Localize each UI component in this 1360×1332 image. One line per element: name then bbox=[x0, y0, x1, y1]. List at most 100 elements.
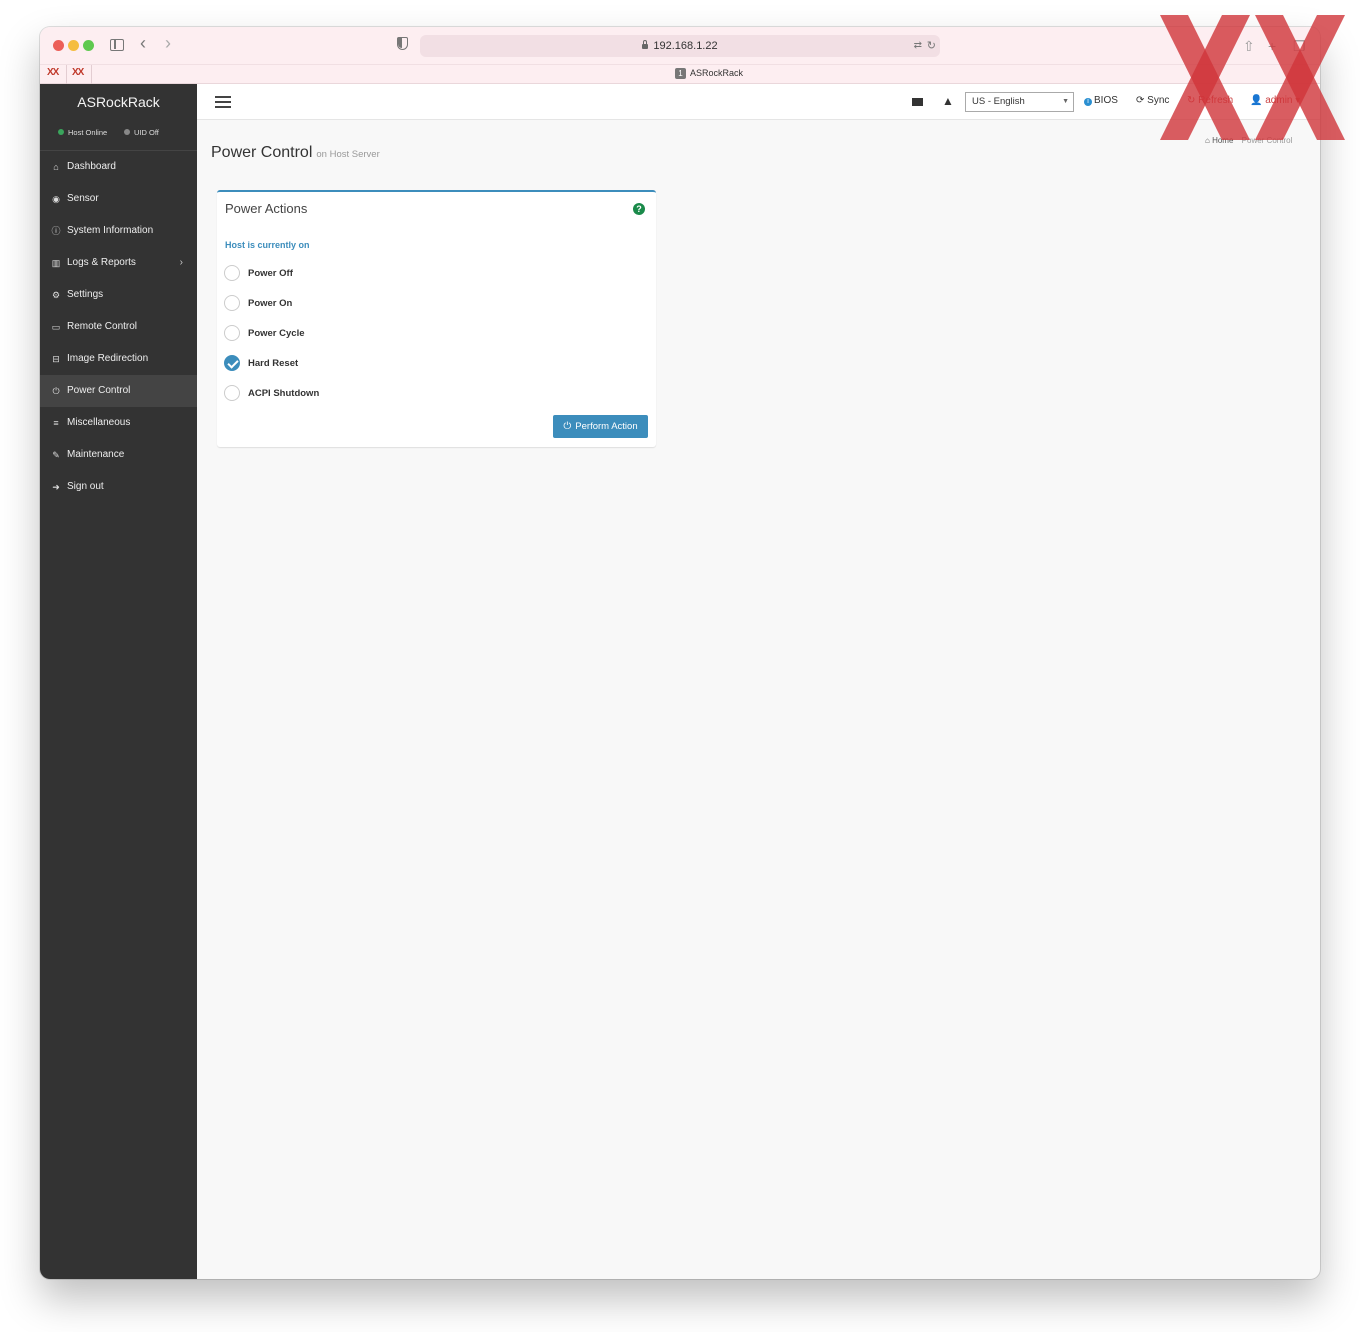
back-arrow-icon[interactable]: ‹ bbox=[140, 34, 146, 52]
sidebar-toggle-icon[interactable] bbox=[110, 39, 124, 51]
radio-label: Power On bbox=[248, 298, 293, 309]
forward-arrow-icon[interactable]: › bbox=[165, 34, 171, 52]
home-icon: ⌂ bbox=[1205, 136, 1210, 145]
info-icon: ⓘ bbox=[51, 226, 61, 236]
sidebar-item-label: Miscellaneous bbox=[67, 417, 131, 428]
sidebar-item-dashboard[interactable]: ⌂ Dashboard bbox=[40, 151, 197, 183]
user-label: admin bbox=[1265, 95, 1293, 106]
radio-label: Power Off bbox=[248, 268, 293, 279]
maximize-window-button[interactable] bbox=[83, 40, 94, 51]
sidebar-item-logs-reports[interactable]: ▥ Logs & Reports › bbox=[40, 247, 197, 279]
mail-icon[interactable] bbox=[912, 98, 923, 106]
power-icon: ⏻ bbox=[563, 421, 572, 432]
radio-unchecked-icon[interactable] bbox=[224, 385, 240, 401]
breadcrumb-current: Power Control bbox=[1241, 136, 1293, 145]
sidebar-item-label: Sign out bbox=[67, 481, 104, 492]
refresh-link[interactable]: ↻ Refresh bbox=[1187, 95, 1233, 106]
radio-unchecked-icon[interactable] bbox=[224, 325, 240, 341]
sidebar-item-label: Remote Control bbox=[67, 321, 138, 332]
chevron-down-icon: ▼ bbox=[1062, 98, 1069, 105]
list-icon: ≡ bbox=[53, 418, 59, 428]
sidebar: ASRockRack Host Online UID Off ⌂ Dashboar… bbox=[40, 84, 197, 1279]
radio-label: Hard Reset bbox=[248, 358, 299, 369]
browser-window: ‹ › 192.168.1.22 ⇄ ↻ ⇧ + ❐ XX XX 1 ASRock… bbox=[40, 27, 1320, 1279]
green-status-dot-icon bbox=[58, 129, 64, 135]
page-title: Power Control on Host Server bbox=[211, 144, 380, 162]
wrench-icon: ✎ bbox=[52, 450, 60, 460]
gear-icon: ⚙ bbox=[51, 290, 61, 300]
bar-chart-icon: ▥ bbox=[51, 258, 61, 268]
sync-label: Sync bbox=[1147, 95, 1170, 106]
user-menu[interactable]: 👤 admin ▾ bbox=[1250, 95, 1300, 106]
info-icon: i bbox=[1084, 98, 1092, 106]
perform-action-button[interactable]: ⏻ Perform Action bbox=[553, 415, 648, 438]
refresh-label: Refresh bbox=[1198, 95, 1234, 106]
sidebar-item-maintenance[interactable]: ✎ Maintenance bbox=[40, 439, 197, 471]
tab-overview-icon[interactable]: ❐ bbox=[1293, 38, 1306, 55]
host-online-status: Host Online bbox=[58, 128, 107, 137]
breadcrumb-home[interactable]: Home bbox=[1212, 136, 1233, 145]
sidebar-item-power-control[interactable]: ⏻ Power Control bbox=[40, 375, 197, 407]
sidebar-item-image-redirection[interactable]: ⊟ Image Redirection bbox=[40, 343, 197, 375]
language-value: US - English bbox=[972, 96, 1025, 107]
monitor-icon: ▭ bbox=[51, 322, 61, 332]
panel-title: Power Actions bbox=[225, 201, 308, 216]
pinned-tab-1[interactable]: XX bbox=[47, 67, 59, 78]
minimize-window-button[interactable] bbox=[68, 40, 79, 51]
tab-divider bbox=[91, 65, 92, 84]
sidebar-item-label: Dashboard bbox=[67, 161, 116, 172]
sync-link[interactable]: ⟳ Sync bbox=[1136, 95, 1169, 106]
active-tab[interactable]: 1 ASRockRack bbox=[675, 68, 743, 79]
share-icon[interactable]: ⇧ bbox=[1243, 38, 1255, 55]
refresh-icon: ↻ bbox=[1187, 95, 1196, 106]
radio-label: ACPI Shutdown bbox=[248, 388, 320, 399]
new-tab-icon[interactable]: + bbox=[1268, 38, 1276, 54]
sidebar-item-label: Power Control bbox=[67, 385, 131, 396]
address-bar[interactable]: 192.168.1.22 ⇄ ↻ bbox=[420, 35, 940, 57]
brand-logo[interactable]: ASRockRack bbox=[40, 84, 197, 120]
radio-unchecked-icon[interactable] bbox=[224, 295, 240, 311]
tab-number-badge: 1 bbox=[675, 68, 686, 79]
sidebar-nav: ⌂ Dashboard ◉ Sensor ⓘ System Information ▥ Log… bbox=[40, 151, 197, 503]
sidebar-item-label: Logs & Reports bbox=[67, 257, 136, 268]
uid-status: UID Off bbox=[124, 128, 159, 137]
sidebar-item-settings[interactable]: ⚙ Settings bbox=[40, 279, 197, 311]
lock-icon bbox=[642, 40, 649, 49]
help-icon[interactable]: ? bbox=[633, 203, 645, 215]
sidebar-item-label: Settings bbox=[67, 289, 104, 300]
home-icon: ⌂ bbox=[53, 162, 59, 172]
grey-status-dot-icon bbox=[124, 129, 130, 135]
caret-down-icon: ▾ bbox=[1295, 95, 1301, 106]
perform-action-label: Perform Action bbox=[575, 421, 638, 432]
sidebar-item-label: Maintenance bbox=[67, 449, 125, 460]
breadcrumb: ⌂ Home Power Control bbox=[1205, 136, 1292, 145]
close-window-button[interactable] bbox=[53, 40, 64, 51]
radio-checked-icon[interactable] bbox=[224, 355, 240, 371]
sidebar-item-sensor[interactable]: ◉ Sensor bbox=[40, 183, 197, 215]
chevron-right-icon: › bbox=[179, 257, 183, 268]
translate-icon[interactable]: ⇄ bbox=[914, 35, 922, 57]
tab-bar: XX XX 1 ASRockRack bbox=[40, 65, 1320, 84]
sidebar-item-miscellaneous[interactable]: ≡ Miscellaneous bbox=[40, 407, 197, 439]
sidebar-item-label: System Information bbox=[67, 225, 154, 236]
user-icon: 👤 bbox=[1250, 95, 1263, 106]
sidebar-item-label: Sensor bbox=[67, 193, 99, 204]
sidebar-item-system-information[interactable]: ⓘ System Information bbox=[40, 215, 197, 247]
warning-icon[interactable]: ▲ bbox=[942, 94, 954, 108]
sync-icon: ⟳ bbox=[1136, 95, 1145, 106]
bios-link[interactable]: i BIOS bbox=[1084, 95, 1118, 106]
radio-unchecked-icon[interactable] bbox=[224, 265, 240, 281]
sidebar-item-remote-control[interactable]: ▭ Remote Control bbox=[40, 311, 197, 343]
tab-divider bbox=[66, 65, 67, 84]
sidebar-item-sign-out[interactable]: ➜ Sign out bbox=[40, 471, 197, 503]
bios-label: BIOS bbox=[1094, 95, 1118, 106]
pinned-tab-2[interactable]: XX bbox=[72, 67, 84, 78]
uid-off-label: UID Off bbox=[134, 128, 159, 137]
top-navbar: ▲ US - English ▼ i BIOS ⟳ Sync ↻ Refresh … bbox=[197, 84, 1320, 120]
language-select[interactable]: US - English ▼ bbox=[965, 92, 1074, 112]
reload-icon[interactable]: ↻ bbox=[927, 35, 936, 57]
drive-icon: ⊟ bbox=[52, 354, 60, 364]
privacy-shield-icon[interactable] bbox=[397, 37, 408, 50]
url-text: 192.168.1.22 bbox=[653, 40, 718, 52]
hamburger-menu-icon[interactable] bbox=[215, 96, 231, 108]
